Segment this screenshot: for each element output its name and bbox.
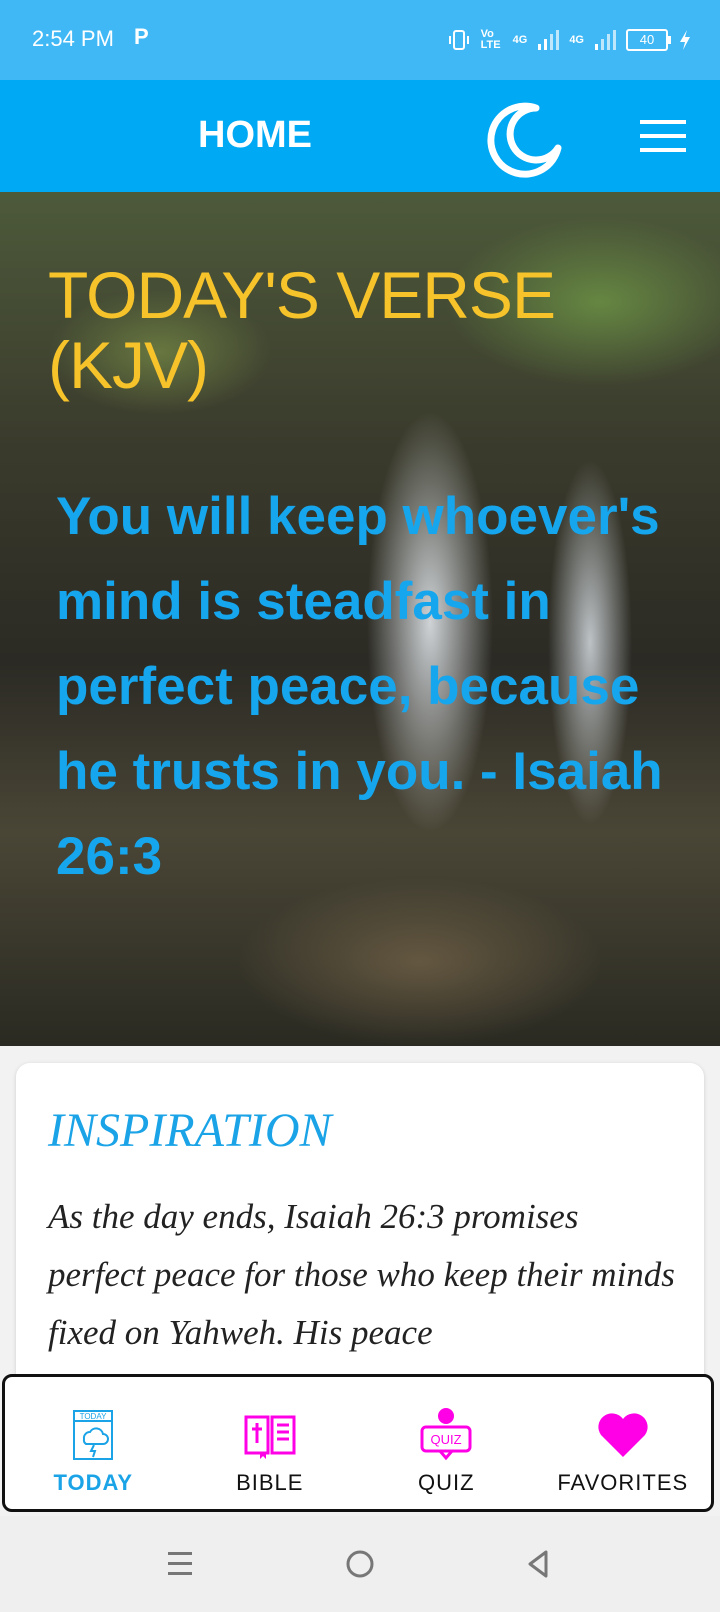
page-title: HOME (198, 114, 312, 156)
svg-text:TODAY: TODAY (80, 1412, 107, 1421)
vibrate-icon (448, 30, 469, 50)
network-label-1: 4G (512, 33, 528, 46)
quiz-icon: QUIZ (420, 1408, 472, 1461)
verse-text[interactable]: You will keep whoever's mind is steadfas… (56, 474, 696, 899)
system-navigation-bar (0, 1516, 720, 1612)
nav-item-favorites[interactable]: FAVORITES (535, 1377, 712, 1509)
todays-verse-title: TODAY'S VERSE (KJV) (48, 258, 556, 402)
bible-book-icon (244, 1415, 296, 1459)
hamburger-menu-icon[interactable] (638, 118, 688, 154)
todays-verse-banner: TODAY'S VERSE (KJV) You will keep whoeve… (0, 192, 720, 1046)
bottom-navigation: TODAY TODAY BIBLE QUIZ QUIZ FAVORITES (2, 1374, 714, 1512)
nav-item-bible[interactable]: BIBLE (182, 1377, 359, 1509)
home-circle-icon[interactable] (340, 1544, 380, 1584)
status-time: 2:54 PM (32, 26, 114, 51)
volte-label: Vo LTE (480, 28, 501, 51)
battery-indicator: 40 (626, 29, 671, 51)
today-calendar-icon: TODAY (73, 1410, 114, 1460)
network-label-2: 4G (569, 33, 584, 46)
status-icons: Vo LTE 4G 4G 40 (447, 22, 692, 58)
inspiration-text: As the day ends, Isaiah 26:3 promises pe… (48, 1197, 675, 1352)
nav-item-quiz[interactable]: QUIZ QUIZ (358, 1377, 535, 1509)
notification-icon: P (134, 24, 149, 49)
heart-icon (598, 1413, 648, 1457)
signal-icon (538, 30, 560, 50)
moon-icon[interactable] (484, 102, 562, 180)
signal-icon-2 (595, 30, 616, 50)
nav-label-bible: BIBLE (236, 1470, 304, 1495)
recent-apps-icon[interactable] (160, 1544, 200, 1584)
nav-label-quiz: QUIZ (417, 1470, 475, 1495)
back-triangle-icon[interactable] (518, 1544, 558, 1584)
status-bar: 2:54 PM P Vo LTE 4G 4G 40 (0, 0, 720, 80)
nav-label-favorites: FAVORITES (557, 1470, 689, 1495)
nav-item-today[interactable]: TODAY TODAY (5, 1377, 182, 1509)
svg-text:QUIZ: QUIZ (431, 1432, 462, 1447)
nav-label-today: TODAY (53, 1470, 134, 1495)
inspiration-title: INSPIRATION (48, 1104, 332, 1157)
inspiration-card: INSPIRATION As the day ends, Isaiah 26:3… (16, 1063, 704, 1403)
app-bar: HOME (0, 80, 720, 192)
charging-icon (680, 30, 690, 50)
